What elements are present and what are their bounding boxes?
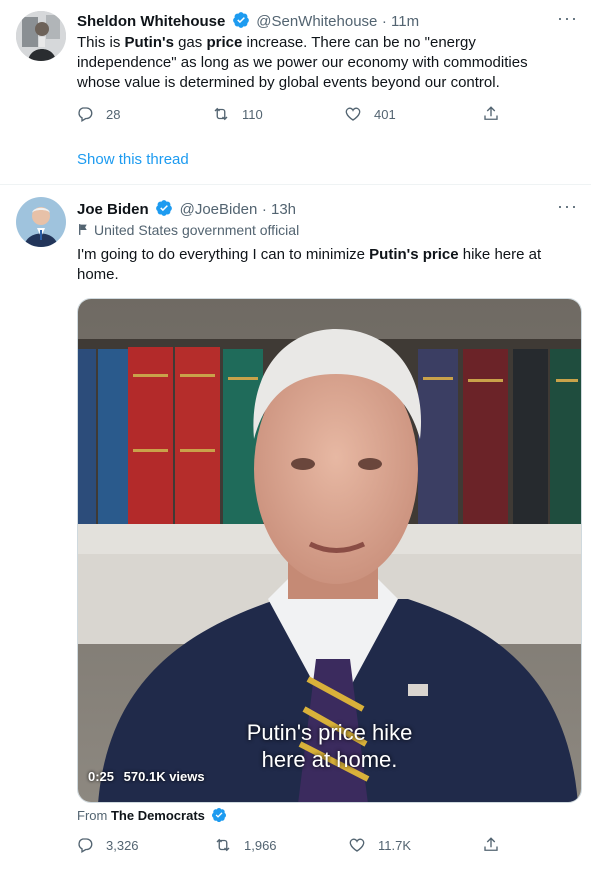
government-label[interactable]: United States government official [77,222,299,238]
tweet-timestamp[interactable]: · 13h [262,201,296,218]
retweet-count: 1,966 [244,837,277,853]
avatar[interactable] [16,11,66,61]
from-prefix: From [77,808,108,823]
retweet-icon [216,838,230,852]
verified-badge-icon [211,808,226,823]
caption-line-1: Putin's price hike [246,720,413,745]
video-source: From The Democrats [77,807,229,823]
author-name[interactable]: Joe Biden [77,201,149,218]
tweet-joe-biden[interactable]: Joe Biden @JoeBiden · 13h ··· United Sta… [0,185,591,876]
share-icon [484,106,498,120]
author-name[interactable]: Sheldon Whitehouse [77,13,225,30]
source-account-link[interactable]: The Democrats [111,808,205,823]
reply-button[interactable]: 3,326 [76,836,139,854]
tweet-actions: 3,326 1,966 11.7K [76,836,506,858]
video-stats: 0:25 570.1K views [88,769,205,784]
heart-icon [345,107,361,121]
more-options-icon[interactable]: ··· [557,9,577,33]
verified-badge-icon [156,200,173,216]
share-button[interactable] [482,836,512,854]
video-views: 570.1K views [123,769,205,784]
author-handle[interactable]: @JoeBiden [180,201,258,218]
like-button[interactable]: 401 [344,105,396,123]
tweet-actions: 28 110 401 [76,105,506,127]
retweet-icon [214,107,228,121]
flag-icon [79,224,87,235]
video-player[interactable]: Putin's price hike here at home. 0:25 57… [77,298,582,803]
share-button[interactable] [482,105,512,123]
avatar[interactable] [16,197,66,247]
author-handle[interactable]: @SenWhitehouse [256,13,377,30]
retweet-button[interactable]: 1,966 [214,836,277,854]
more-options-icon[interactable]: ··· [557,197,577,221]
share-icon [484,837,498,851]
reply-count: 28 [106,106,121,122]
like-count: 401 [374,106,396,122]
like-count: 11.7K [378,837,412,853]
reply-count: 3,326 [106,837,139,853]
verified-badge-icon [232,12,249,28]
retweet-button[interactable]: 110 [212,105,263,123]
government-label-text: United States government official [94,222,300,238]
tweet-sheldon-whitehouse[interactable]: Sheldon Whitehouse @SenWhitehouse · 11m … [0,0,591,185]
heart-icon [349,838,365,852]
avatar-photo [16,197,66,247]
reply-icon [78,838,93,853]
tweet-text: I'm going to do everything I can to mini… [77,246,542,283]
avatar-photo [16,11,66,61]
like-button[interactable]: 11.7K [348,836,411,854]
show-thread-link[interactable]: Show this thread [77,151,189,168]
video-caption: Putin's price hike here at home. [78,719,581,773]
reply-button[interactable]: 28 [76,105,120,123]
tweet-text: This is Putin's gas price increase. Ther… [77,34,528,91]
reply-icon [78,107,93,122]
video-duration: 0:25 [88,769,115,784]
tweet-timestamp[interactable]: · 11m [382,13,419,30]
retweet-count: 110 [242,106,263,122]
